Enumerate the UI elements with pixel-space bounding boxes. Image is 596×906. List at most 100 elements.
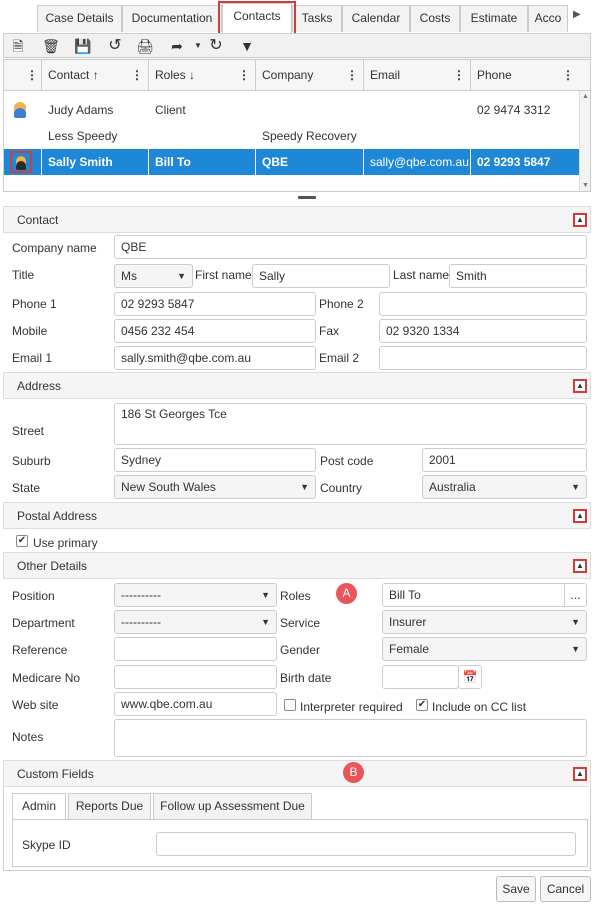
service-select[interactable]: Insurer ▼ (382, 610, 587, 634)
column-menu-icon[interactable]: ⋮ (346, 60, 358, 91)
grid-header-email[interactable]: Email ⋮ (364, 60, 471, 91)
email2-input[interactable] (379, 346, 587, 370)
tab-accounts[interactable]: Acco (528, 5, 568, 32)
export-icon[interactable]: ➦ (167, 36, 187, 56)
chevron-down-icon: ▼ (177, 271, 186, 281)
street-textarea[interactable]: 186 St Georges Tce (114, 403, 587, 445)
country-select[interactable]: Australia ▼ (422, 475, 587, 499)
roles-input[interactable]: Bill To (382, 583, 565, 607)
grid-header-roles[interactable]: Roles ↓ ⋮ (149, 60, 256, 91)
phone2-label: Phone 2 (319, 297, 364, 311)
column-menu-icon[interactable]: ⋮ (453, 60, 465, 91)
cell-contact: Judy Adams (48, 103, 114, 117)
phone1-input[interactable]: 02 9293 5847 (114, 292, 316, 316)
grid-scrollbar[interactable]: ▲ ▼ (579, 91, 590, 191)
state-select[interactable]: New South Wales ▼ (114, 475, 316, 499)
column-menu-icon[interactable]: ⋮ (26, 60, 38, 91)
suburb-input[interactable]: Sydney (114, 448, 316, 472)
cancel-button[interactable]: Cancel (540, 876, 591, 902)
column-menu-icon[interactable]: ⋮ (238, 60, 250, 91)
scroll-down-icon[interactable]: ▼ (582, 182, 589, 189)
tab-calendar[interactable]: Calendar (342, 5, 410, 32)
new-icon[interactable]: 🗎 (8, 36, 28, 56)
position-select[interactable]: ---------- ▼ (114, 583, 277, 607)
cell-company: Speedy Recovery (262, 129, 357, 143)
cell-contact: Less Speedy (48, 129, 118, 143)
postcode-input[interactable]: 2001 (422, 448, 587, 472)
reference-input[interactable] (114, 637, 277, 661)
grid-header-contact[interactable]: Contact ↑ ⋮ (42, 60, 149, 91)
filter-icon[interactable]: ▼ (237, 36, 257, 56)
gender-select[interactable]: Female ▼ (382, 637, 587, 661)
delete-icon[interactable]: 🗑 (41, 36, 61, 56)
company-name-label: Company name (12, 241, 97, 255)
tab-costs[interactable]: Costs (410, 5, 460, 32)
cell-email: sally@qbe.com.au (364, 149, 471, 175)
grid-header-phone[interactable]: Phone ⋮ (471, 60, 581, 91)
birthdate-input[interactable] (382, 665, 459, 689)
section-title: Other Details (17, 559, 88, 573)
calendar-icon[interactable]: 📅 (458, 665, 482, 689)
tab-estimate[interactable]: Estimate (460, 5, 528, 32)
tab-tasks[interactable]: Tasks (292, 5, 342, 32)
phone2-input[interactable] (379, 292, 587, 316)
tab-admin[interactable]: Admin (12, 793, 66, 820)
medicare-input[interactable] (114, 665, 277, 689)
fax-input[interactable]: 02 9320 1334 (379, 319, 587, 343)
refresh-icon[interactable]: ↻ (206, 36, 226, 56)
department-label: Department (12, 616, 75, 630)
tab-case-details[interactable]: Case Details (37, 5, 122, 32)
title-select[interactable]: Ms ▼ (114, 264, 193, 288)
section-contact[interactable]: Contact ▲ (3, 206, 591, 233)
collapse-icon[interactable]: ▲ (573, 213, 587, 227)
collapse-icon[interactable]: ▲ (573, 379, 587, 393)
phone1-label: Phone 1 (12, 297, 57, 311)
print-icon[interactable]: 🖨 (135, 36, 155, 56)
position-value: ---------- (121, 588, 161, 602)
grid-header-company[interactable]: Company ⋮ (256, 60, 364, 91)
section-custom-fields[interactable]: Custom Fields ▲ (3, 760, 591, 787)
use-primary-checkbox[interactable]: ✔ (16, 535, 28, 547)
table-row-selected[interactable]: Sally Smith Bill To QBE sally@qbe.com.au… (4, 149, 581, 175)
toolbar: 🗎 🗑 💾 ↺ 🖨 ➦ ▼ ↻ ▼ (3, 33, 591, 58)
section-address[interactable]: Address ▲ (3, 372, 591, 399)
fax-label: Fax (319, 324, 340, 338)
section-other-details[interactable]: Other Details ▲ (3, 552, 591, 579)
collapse-icon[interactable]: ▲ (573, 509, 587, 523)
tabs-scroll-right-icon[interactable]: ▶ (573, 9, 581, 20)
skype-input[interactable] (156, 832, 576, 856)
table-row[interactable]: Less Speedy Speedy Recovery (4, 123, 581, 149)
tab-documentation[interactable]: Documentation (122, 5, 222, 32)
column-menu-icon[interactable]: ⋮ (562, 60, 574, 91)
collapse-icon[interactable]: ▲ (573, 767, 587, 781)
company-name-input[interactable]: QBE (114, 235, 587, 259)
website-input[interactable]: www.qbe.com.au (114, 692, 277, 716)
undo-icon[interactable]: ↺ (105, 36, 125, 56)
interpreter-checkbox[interactable] (284, 699, 296, 711)
cell-roles: Client (155, 103, 186, 117)
header-label: Contact ↑ (48, 68, 99, 82)
scroll-up-icon[interactable]: ▲ (582, 93, 589, 100)
collapse-icon[interactable]: ▲ (573, 559, 587, 573)
export-dropdown-icon[interactable]: ▼ (188, 36, 208, 56)
first-name-input[interactable]: Sally (252, 264, 390, 288)
email1-input[interactable]: sally.smith@qbe.com.au (114, 346, 316, 370)
save-icon[interactable]: 💾 (73, 36, 93, 56)
last-name-input[interactable]: Smith (449, 264, 587, 288)
service-value: Insurer (389, 615, 427, 629)
table-row[interactable]: Judy Adams Client 02 9474 3312 (4, 97, 581, 123)
splitter-handle[interactable] (298, 196, 316, 199)
notes-textarea[interactable] (114, 719, 587, 757)
first-name-label: First name (195, 268, 252, 282)
save-button[interactable]: Save (496, 876, 536, 902)
roles-picker-button[interactable]: ... (564, 583, 587, 607)
mobile-input[interactable]: 0456 232 454 (114, 319, 316, 343)
use-primary-label: Use primary (33, 536, 98, 550)
header-label: Roles ↓ (155, 68, 196, 82)
tab-reports-due[interactable]: Reports Due (68, 793, 151, 820)
cc-list-checkbox[interactable]: ✔ (416, 699, 428, 711)
tab-follow-up-assessment-due[interactable]: Follow up Assessment Due (153, 793, 312, 820)
section-postal-address[interactable]: Postal Address ▲ (3, 502, 591, 529)
column-menu-icon[interactable]: ⋮ (131, 60, 143, 91)
department-select[interactable]: ---------- ▼ (114, 610, 277, 634)
